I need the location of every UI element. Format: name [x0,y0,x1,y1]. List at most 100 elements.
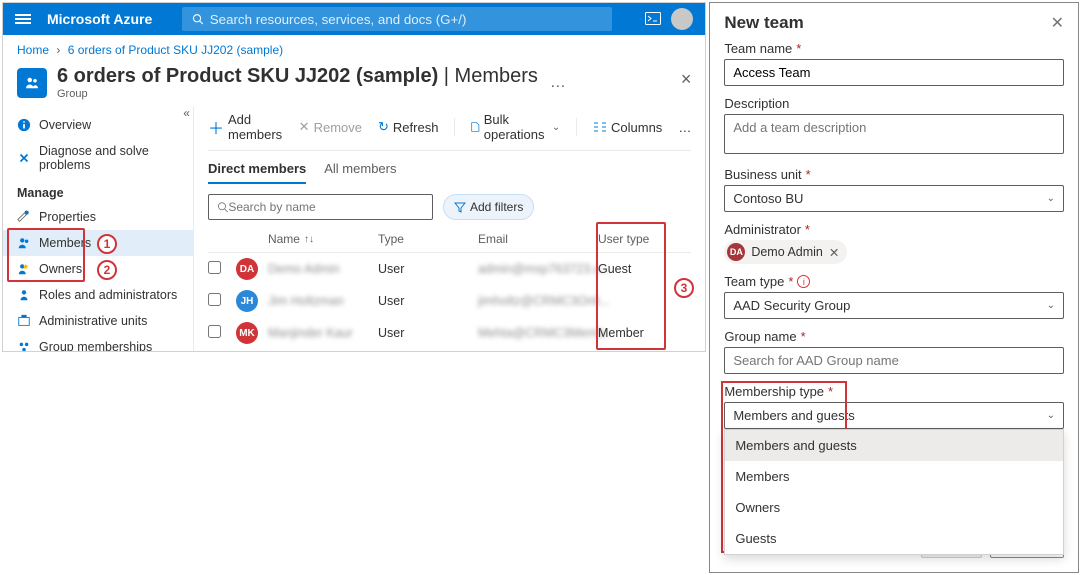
chevron-right-icon: › [56,43,60,57]
chip-avatar: DA [727,243,745,261]
row-email: Mehta@CRMC3Memb... [478,326,598,340]
row-type: User [378,294,478,308]
breadcrumb-home[interactable]: Home [17,43,49,57]
more-icon[interactable]: … [550,74,566,92]
sidebar-label: Owners [39,262,82,276]
sidebar-item-owners[interactable]: Owners [3,256,193,282]
select-value: Members and guests [733,408,854,423]
sidebar-item-diagnose[interactable]: Diagnose and solve problems [3,138,193,178]
columns-icon [593,121,607,133]
sidebar-label: Group memberships [39,340,152,352]
membership-option[interactable]: Guests [725,523,1063,554]
blade-subtitle: Group [57,88,538,100]
roles-icon [17,288,31,302]
properties-icon [17,210,31,224]
close-blade-button[interactable]: × [681,69,692,90]
group-memberships-icon [17,340,31,352]
membership-option[interactable]: Members and guests [725,430,1063,461]
close-panel-button[interactable]: ✕ [1051,13,1064,33]
name-search[interactable] [208,194,433,220]
col-email[interactable]: Email [478,232,598,246]
remove-chip-icon[interactable]: ✕ [829,245,839,260]
search-icon [217,201,228,213]
team-name-input[interactable] [724,59,1064,86]
group-name-input[interactable] [724,347,1064,374]
breadcrumb: Home › 6 orders of Product SKU JJ202 (sa… [3,35,705,61]
blade-title-row: 6 orders of Product SKU JJ202 (sample) |… [3,61,705,100]
row-email: admin@msp763723.o... [478,262,598,276]
description-input[interactable] [724,114,1064,154]
user-avatar-icon: JH [236,290,258,312]
breadcrumb-current[interactable]: 6 orders of Product SKU JJ202 (sample) [68,43,283,57]
sidebar-item-overview[interactable]: Overview [3,112,193,138]
chip-label: Demo Admin [751,245,823,259]
tab-direct-members[interactable]: Direct members [208,161,306,184]
row-checkbox[interactable] [208,261,221,274]
global-search-input[interactable] [210,12,603,27]
membership-select[interactable]: Members and guests ⌄ [724,402,1064,429]
toolbar-label: Bulk operations [484,112,548,142]
plus-icon: ＋ [208,115,224,139]
columns-button[interactable]: Columns [593,120,662,135]
members-icon [17,236,31,250]
name-search-input[interactable] [228,200,424,214]
menu-icon[interactable] [15,14,31,24]
membership-option[interactable]: Owners [725,492,1063,523]
col-type[interactable]: Type [378,232,478,246]
sidebar-label: Overview [39,118,91,132]
panel-title: New team [724,13,803,33]
info-icon[interactable]: i [797,275,810,288]
sidebar-item-group-memberships[interactable]: Group memberships [3,334,193,352]
sidebar-item-members[interactable]: Members [3,230,193,256]
col-user-type[interactable]: User type [598,232,678,246]
collapse-icon[interactable]: « [183,106,190,120]
table-row[interactable]: DA Demo AdminUseradmin@msp763723.o...Gues… [208,253,691,285]
select-value: Contoso BU [733,191,803,206]
table-row[interactable]: OOO365 OnlyUsero365only@CRMC3Onli...Memb… [208,349,691,352]
row-type: User [378,262,478,276]
team-type-select[interactable]: AAD Security Group⌄ [724,292,1064,319]
business-unit-select[interactable]: Contoso BU⌄ [724,185,1064,212]
team-name-label: Team name [724,41,792,56]
members-table: Name↑↓ Type Email User type DA Demo Admin… [208,226,691,352]
business-unit-label: Business unit [724,167,801,182]
table-row[interactable]: MKManjinder KaurUserMehta@CRMC3Memb...Me… [208,317,691,349]
select-value: AAD Security Group [733,298,850,313]
row-usertype: Guest [598,262,678,276]
membership-dropdown: Members and guestsMembersOwnersGuests [724,429,1064,555]
user-avatar-icon: DA [236,258,258,280]
administrator-label: Administrator [724,222,801,237]
sidebar: « Overview Diagnose and solve problems M… [3,106,194,352]
row-checkbox[interactable] [208,293,221,306]
tabs: Direct members All members [208,151,691,184]
required-icon: * [828,384,833,399]
remove-button[interactable]: ✕Remove [299,119,362,135]
add-filters-button[interactable]: Add filters [443,194,534,220]
row-usertype: Member [598,326,678,340]
tab-all-members[interactable]: All members [324,161,396,184]
sidebar-item-admin-units[interactable]: Administrative units [3,308,193,334]
sort-icon: ↑↓ [304,234,314,245]
global-search[interactable] [182,7,612,31]
table-row[interactable]: JHJim HoltzmanUserjimholtz@CRMC3Onli... [208,285,691,317]
cloud-shell-icon[interactable] [645,12,661,26]
azure-header: Microsoft Azure [3,3,705,35]
file-icon [471,120,480,134]
blade-title: 6 orders of Product SKU JJ202 (sample) [57,65,438,87]
bulk-operations-button[interactable]: Bulk operations⌄ [471,112,560,142]
admin-chip[interactable]: DA Demo Admin ✕ [724,240,847,264]
row-email: jimholtz@CRMC3Onli... [478,294,598,308]
toolbar-more-button[interactable]: … [678,120,691,135]
chevron-down-icon: ⌄ [1047,410,1055,421]
sidebar-item-properties[interactable]: Properties [3,204,193,230]
row-name: Demo Admin [268,262,378,276]
refresh-button[interactable]: ↻Refresh [378,119,438,135]
membership-option[interactable]: Members [725,461,1063,492]
col-name[interactable]: Name↑↓ [268,232,378,246]
sidebar-label: Properties [39,210,96,224]
sidebar-item-roles[interactable]: Roles and administrators [3,282,193,308]
user-avatar[interactable] [671,8,693,30]
description-label: Description [724,96,789,111]
add-members-button[interactable]: ＋Add members [208,112,283,142]
row-checkbox[interactable] [208,325,221,338]
